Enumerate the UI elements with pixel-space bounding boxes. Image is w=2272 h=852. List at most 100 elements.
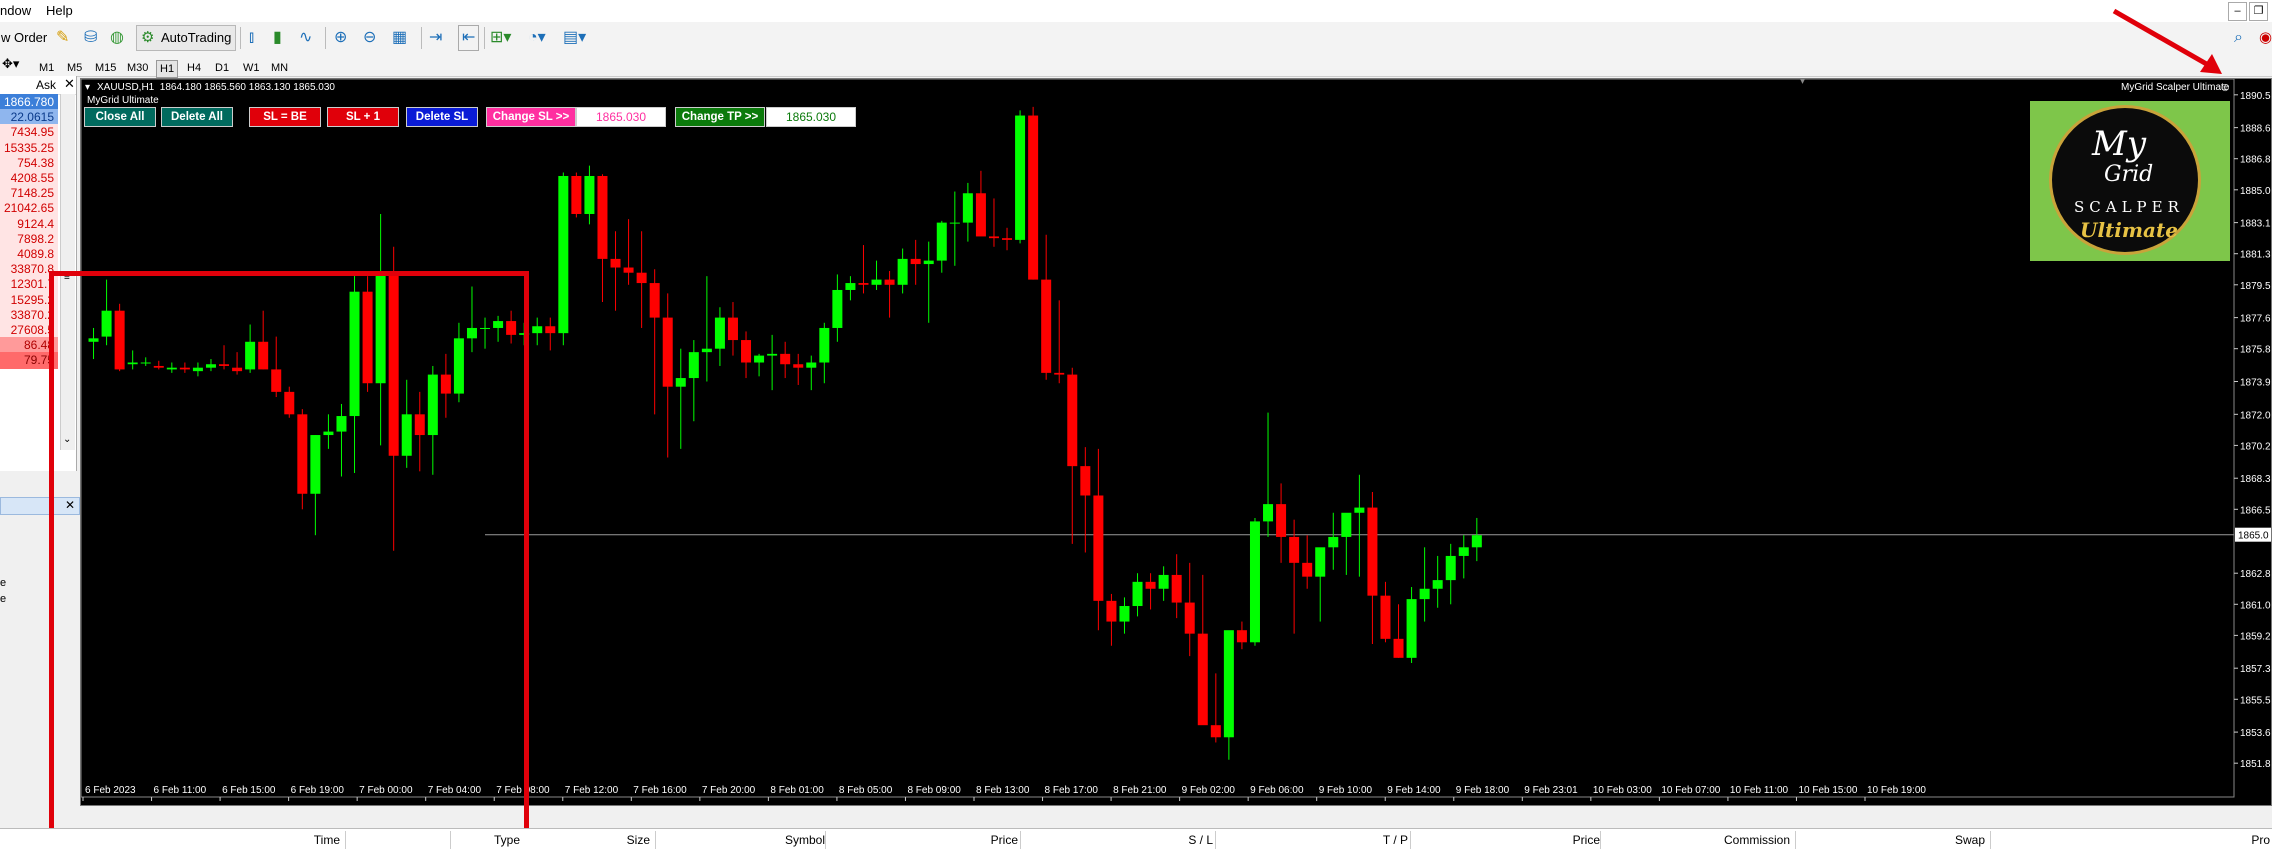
candle (975, 170, 986, 237)
zoom-out-icon[interactable]: ⊖ (362, 25, 377, 51)
candle-body (701, 348, 712, 353)
minimize-icon[interactable]: – (2228, 2, 2247, 21)
candle (1197, 574, 1208, 726)
change-tp-button[interactable]: Change TP >> (675, 107, 765, 127)
toolbar-separator (325, 27, 326, 49)
menu-help[interactable]: Help (46, 3, 73, 18)
close-icon[interactable]: ✕ (64, 76, 75, 92)
column-separator[interactable] (1410, 831, 1411, 849)
column-header-pro[interactable]: Pro (2251, 833, 2270, 847)
candle (1328, 512, 1339, 570)
candle (1002, 227, 1013, 251)
delete-all-button[interactable]: Delete All (161, 107, 233, 127)
autoscroll-icon[interactable]: ⇥ (428, 25, 443, 51)
column-separator[interactable] (1990, 831, 1991, 849)
timeframe-h1[interactable]: H1 (156, 60, 179, 78)
candle-body (623, 267, 634, 273)
menu-window[interactable]: ndow (0, 3, 31, 18)
time-tick-label: 8 Feb 09:00 (907, 785, 961, 796)
delete-sl-button[interactable]: Delete SL (406, 107, 478, 127)
chart-shift-icon[interactable]: ⇤ (458, 25, 480, 51)
timeframe-bar: ✥▾ M1 M5 M15 M30 H1 H4 D1 W1 MN (0, 54, 2272, 78)
timeframe-m5[interactable]: M5 (64, 60, 85, 76)
column-header-swap[interactable]: Swap (1955, 833, 1985, 847)
close-all-button[interactable]: Close All (84, 107, 156, 127)
pencil-icon[interactable]: ✎ (55, 25, 70, 51)
column-header-time[interactable]: Time (314, 833, 340, 847)
candle-body (936, 222, 947, 261)
timeframe-m15[interactable]: M15 (92, 60, 119, 76)
column-header-type[interactable]: Type (494, 833, 520, 847)
candle (1080, 447, 1091, 553)
time-tick-label: 10 Feb 03:00 (1593, 785, 1652, 796)
restore-icon[interactable]: ❐ (2249, 2, 2268, 21)
column-separator[interactable] (655, 831, 656, 849)
time-tick-label: 10 Feb 11:00 (1730, 785, 1789, 796)
change-sl-button[interactable]: Change SL >> (486, 107, 576, 127)
timeframe-m1[interactable]: M1 (36, 60, 57, 76)
candle (1367, 492, 1378, 645)
sl-plus-one-button[interactable]: SL + 1 (327, 107, 399, 127)
globe-icon[interactable]: ◍ (109, 25, 125, 51)
time-tick-label: 8 Feb 01:00 (770, 785, 824, 796)
ask-column-header[interactable]: Ask (36, 78, 56, 92)
ea-name-label: MyGrid Ultimate (87, 95, 159, 106)
chart-dropdown-icon[interactable]: ▾ (85, 82, 90, 93)
price-tick-label: 1870.2 (2240, 441, 2271, 452)
price-tick-label: 1859.2 (2240, 631, 2271, 642)
candlestick-icon[interactable]: ▮ (272, 25, 283, 51)
line-chart-icon[interactable]: ∿ (298, 25, 313, 51)
price-tick-label: 1866.5 (2240, 505, 2271, 516)
tile-windows-icon[interactable]: ▦ (391, 25, 408, 51)
column-header-symbol[interactable]: Symbol (785, 833, 825, 847)
timeframe-w1[interactable]: W1 (240, 60, 263, 76)
time-tick-label: 8 Feb 05:00 (839, 785, 893, 796)
sl-value-input[interactable]: 1865.030 (576, 107, 666, 127)
candle (793, 353, 804, 385)
candle-body (962, 193, 973, 223)
sl-breakeven-button[interactable]: SL = BE (249, 107, 321, 127)
account-icon[interactable]: ◉ (2258, 25, 2272, 51)
timeframe-h4[interactable]: H4 (184, 60, 204, 76)
timeframe-m30[interactable]: M30 (124, 60, 151, 76)
autotrading-button[interactable]: ⚙ AutoTrading (136, 25, 237, 51)
column-separator[interactable] (1795, 831, 1796, 849)
periods-icon[interactable]: ◔▾ (527, 25, 547, 51)
candle-body (819, 327, 830, 363)
candle-body (845, 283, 856, 290)
candle (871, 260, 882, 290)
column-separator[interactable] (825, 831, 826, 849)
crosshair-tool-icon[interactable]: ✥▾ (2, 56, 19, 72)
column-separator[interactable] (1215, 831, 1216, 849)
column-header-s-l[interactable]: S / L (1188, 833, 1213, 847)
candle-body (1015, 115, 1026, 240)
column-separator[interactable] (345, 831, 346, 849)
column-header-size[interactable]: Size (627, 833, 650, 847)
database-icon[interactable]: ⛁ (83, 25, 98, 51)
column-separator[interactable] (1020, 831, 1021, 849)
time-tick-label: 7 Feb 16:00 (633, 785, 687, 796)
tp-value-input[interactable]: 1865.030 (766, 107, 856, 127)
highlight-box-annotation (49, 271, 529, 834)
new-order-button[interactable]: w Order (0, 25, 48, 51)
candle (1249, 517, 1260, 646)
bar-chart-icon[interactable]: ⫾ (248, 25, 255, 51)
time-tick-label: 9 Feb 06:00 (1250, 785, 1304, 796)
column-separator[interactable] (1600, 831, 1601, 849)
timeframe-mn[interactable]: MN (268, 60, 291, 76)
templates-icon[interactable]: ▤▾ (562, 25, 587, 51)
column-header-price[interactable]: Price (1573, 833, 1600, 847)
candle (819, 322, 830, 384)
column-header-commission[interactable]: Commission (1724, 833, 1790, 847)
timeframe-d1[interactable]: D1 (212, 60, 232, 76)
column-separator[interactable] (450, 831, 451, 849)
time-tick-label: 9 Feb 14:00 (1387, 785, 1441, 796)
column-header-t-p[interactable]: T / P (1383, 833, 1408, 847)
indicators-icon[interactable]: ⊞▾ (489, 25, 512, 51)
column-header-price[interactable]: Price (991, 833, 1018, 847)
zoom-in-icon[interactable]: ⊕ (333, 25, 348, 51)
candle-body (1367, 507, 1378, 596)
toolbar-separator (240, 27, 241, 49)
candle (584, 165, 595, 225)
search-icon[interactable]: ⌕ (2233, 25, 2244, 51)
